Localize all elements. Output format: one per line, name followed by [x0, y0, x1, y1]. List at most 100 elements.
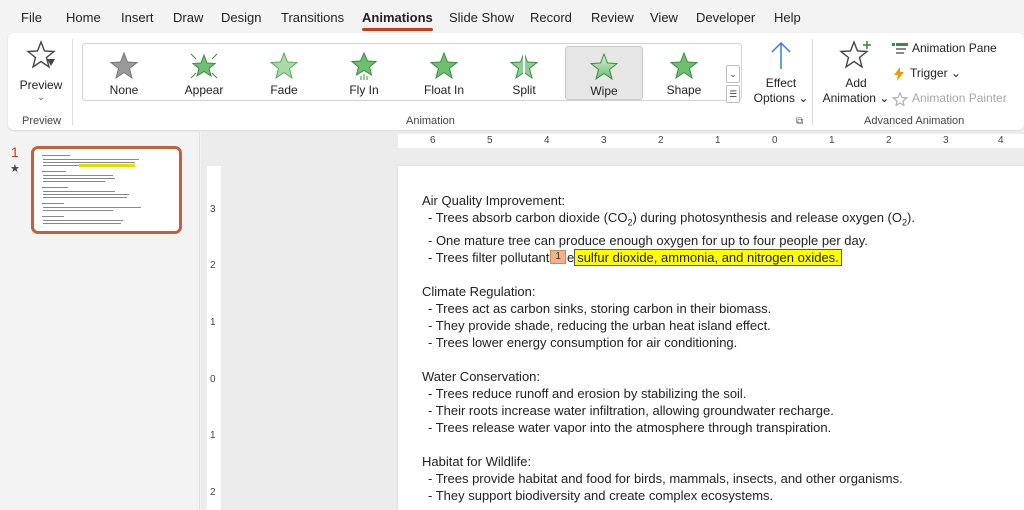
tab-transitions[interactable]: Transitions [281, 10, 344, 25]
advanced-animation-group-label: Advanced Animation [864, 115, 965, 127]
animation-pane-button[interactable]: Animation Pane [892, 41, 997, 61]
effect-float-in-label: Float In [423, 83, 465, 97]
highlighted-text[interactable]: sulfur dioxide, ammonia, and nitrogen ox… [574, 248, 842, 266]
ruler-mark: 0 [210, 374, 216, 385]
bullet-line: - Trees lower energy consumption for air… [428, 334, 738, 350]
effect-fly-in-label: Fly In [349, 83, 379, 97]
ruler-mark: 2 [658, 135, 664, 146]
appear-star-icon [190, 53, 218, 79]
effect-options-label-2: Options ⌄ [753, 91, 809, 105]
add-animation-label-2: Animation ⌄ [822, 91, 890, 105]
add-star-icon [839, 40, 871, 69]
ruler-mark: 1 [829, 135, 835, 146]
effect-split-label: Split [512, 83, 536, 97]
effect-shape[interactable]: Shape [645, 46, 723, 100]
ruler-mark: 5 [487, 135, 493, 146]
preview-button[interactable]: Preview ⌄ [16, 39, 66, 109]
ruler-mark: 1 [210, 430, 216, 441]
gallery-scroll-down-button[interactable]: ⌄ [726, 65, 740, 83]
effect-none[interactable]: None [85, 46, 163, 100]
effect-appear-label: Appear [184, 83, 224, 97]
wipe-star-icon [589, 53, 619, 81]
none-star-icon [109, 52, 139, 80]
animation-pane-icon [892, 42, 908, 54]
gallery-more-button[interactable]: ☰ [726, 85, 740, 103]
effect-float-in[interactable]: Float In [405, 46, 483, 100]
effect-fade-label: Fade [270, 83, 298, 97]
animation-painter-icon [891, 91, 909, 107]
tab-animations[interactable]: Animations [362, 10, 433, 31]
preview-star-icon [26, 40, 56, 69]
shape-star-icon [669, 52, 699, 80]
chevron-down-icon: ⌄ [37, 92, 45, 102]
vertical-ruler: 3 2 1 0 1 2 [207, 166, 221, 510]
float-in-star-icon [429, 52, 459, 80]
preview-label: Preview [19, 78, 63, 92]
ruler-mark: 4 [998, 135, 1004, 146]
bullet-line: - Trees act as carbon sinks, storing car… [428, 300, 772, 316]
split-star-icon [509, 52, 539, 80]
ruler-mark: 2 [886, 135, 892, 146]
preview-group-label: Preview [22, 115, 62, 127]
thumbnail-pane: 1 ★ [0, 132, 200, 510]
effect-fly-in[interactable]: Fly In [325, 46, 403, 100]
tab-design[interactable]: Design [221, 10, 261, 25]
bullet-line: - Trees filter pollutant 1 e sulfur dioxide… [422, 248, 1022, 266]
add-animation-button[interactable]: Add Animation ⌄ [816, 39, 896, 111]
ribbon: Preview ⌄ Preview None Appear Fade Fly I… [8, 33, 1024, 130]
tab-home[interactable]: Home [66, 10, 101, 25]
slide-text-box[interactable]: Air Quality Improvement: - Trees absorb … [422, 192, 1022, 504]
slide-canvas[interactable]: Air Quality Improvement: - Trees absorb … [398, 166, 1024, 510]
effect-options-label-1: Effect [765, 76, 797, 90]
section-heading: Water Conservation: [422, 368, 541, 384]
trigger-button[interactable]: Trigger ⌄ [892, 66, 961, 86]
arrow-up-icon [771, 41, 791, 69]
effect-appear[interactable]: Appear [165, 46, 243, 100]
tab-insert[interactable]: Insert [121, 10, 154, 25]
tab-file[interactable]: File [21, 10, 42, 25]
ruler-mark: 2 [210, 487, 216, 498]
effect-none-label: None [109, 83, 139, 97]
dialog-launcher-icon[interactable]: ⧉ [796, 116, 803, 127]
section-heading: Air Quality Improvement: [422, 193, 566, 208]
animation-order-tag[interactable]: 1 [550, 249, 566, 264]
effect-fade[interactable]: Fade [245, 46, 323, 100]
effect-options-button[interactable]: Effect Options ⌄ [746, 39, 816, 111]
bullet-line: - They support biodiversity and create c… [428, 487, 774, 503]
tab-draw[interactable]: Draw [173, 10, 203, 25]
animation-painter-button[interactable]: Animation Painter [891, 91, 1007, 111]
ruler-mark: 3 [943, 135, 949, 146]
fade-star-icon [269, 52, 299, 80]
bullet-line: - Their roots increase water infiltratio… [428, 402, 834, 418]
effect-split[interactable]: Split [485, 46, 563, 100]
ruler-mark: 3 [601, 135, 607, 146]
bullet-line: - One mature tree can produce enough oxy… [428, 232, 868, 248]
add-animation-label-1: Add [845, 76, 867, 90]
tab-record[interactable]: Record [530, 10, 572, 25]
tab-slide-show[interactable]: Slide Show [449, 10, 514, 25]
section-heading: Habitat for Wildlife: [422, 453, 532, 469]
tab-help[interactable]: Help [774, 10, 801, 25]
effect-wipe[interactable]: Wipe [565, 46, 643, 100]
horizontal-ruler: 6 5 4 3 2 1 0 1 2 3 4 [398, 134, 1024, 148]
tab-review[interactable]: Review [591, 10, 634, 25]
ruler-mark: 3 [210, 204, 216, 215]
tab-view[interactable]: View [650, 10, 678, 25]
animation-gallery: None Appear Fade Fly In Float In Split W… [82, 43, 742, 101]
effect-wipe-label: Wipe [590, 84, 618, 98]
slide-thumbnail[interactable] [31, 146, 182, 234]
ruler-mark: 2 [210, 260, 216, 271]
fly-in-star-icon [350, 52, 378, 80]
animation-group-label: Animation [406, 115, 455, 127]
bullet-line: - They provide shade, reducing the urban… [428, 317, 771, 333]
group-divider [812, 39, 813, 125]
ruler-mark: 0 [772, 135, 778, 146]
group-divider [72, 39, 73, 125]
bullet-line: - Trees release water vapor into the atm… [428, 419, 832, 435]
slide-number: 1 [11, 144, 19, 160]
bullet-line: - Trees provide habitat and food for bir… [428, 470, 903, 486]
section-heading: Climate Regulation: [422, 283, 536, 299]
tab-developer[interactable]: Developer [696, 10, 755, 25]
animation-star-icon: ★ [10, 163, 20, 175]
ruler-mark: 1 [715, 135, 721, 146]
